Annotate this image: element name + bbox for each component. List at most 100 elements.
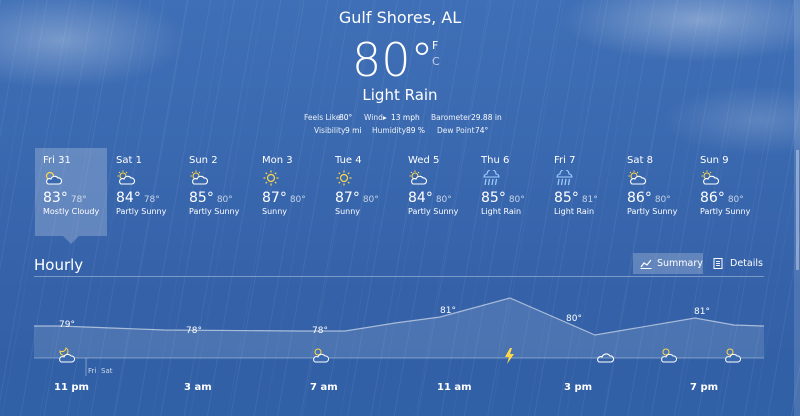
forecast-day[interactable]: Sat 1 84° 78° Partly Sunny [108,148,180,236]
day-name: Sat 8 [627,155,653,166]
forecast-day[interactable]: Fri 7 85° 81° Light Rain [546,148,618,236]
high-temp: 86° [700,190,725,206]
temp-label: 79° [59,320,75,330]
feels-like-label: Feels Like [304,113,341,122]
temp-label: 81° [694,307,710,317]
time-label: 11 pm [54,382,89,393]
low-temp: 80° [654,195,671,205]
current-temperature: 80° [352,33,434,87]
forecast-day[interactable]: Sat 8 86° 80° Partly Sunny [619,148,691,236]
partly-sunny-icon [189,170,253,188]
forecast-day[interactable]: Mon 3 87° 80° Sunny [254,148,326,236]
time-label: 3 am [184,382,212,393]
summary-button[interactable]: Summary [633,253,703,274]
fahrenheit-button[interactable]: F [432,38,440,54]
partly-sunny-icon [700,170,764,188]
details-label: Details [730,258,763,269]
high-temp: 87° [335,190,360,206]
high-temp: 83° [43,190,68,206]
rain-icon [554,168,618,188]
barometer-label: Barometer [431,113,471,122]
partly-sunny-icon [627,170,691,188]
temp-label: 80° [566,314,582,324]
current-condition: Light Rain [362,86,438,104]
humidity-label: Humidity [372,126,407,135]
day-condition: Sunny [335,207,361,216]
forecast-day[interactable]: Thu 6 85° 80° Light Rain [473,148,545,236]
partly-sunny-icon [408,170,472,188]
time-label: 7 am [310,382,338,393]
partly-sunny-icon [116,170,180,188]
low-temp: 80° [216,195,233,205]
day-condition: Partly Sunny [627,207,678,216]
high-temp: 86° [627,190,652,206]
wind-value: 13 mph [391,113,420,122]
dew-point-label: Dew Point [437,126,475,135]
high-temp: 84° [408,190,433,206]
feels-like-value: 80° [339,113,353,122]
summary-label: Summary [657,258,703,269]
low-temp: 78° [143,195,160,205]
forecast-day[interactable]: Wed 5 84° 80° Partly Sunny [400,148,472,236]
day-name: Tue 4 [335,155,362,166]
unit-toggle: F C [432,38,440,70]
scrollbar-thumb[interactable] [796,150,799,270]
high-temp: 85° [481,190,506,206]
wind-label: Wind [364,113,383,122]
barometer-value: 29.88 in [471,113,502,122]
section-divider [34,276,764,277]
celsius-button[interactable]: C [432,54,440,70]
document-icon [713,258,723,269]
forecast-day[interactable]: Sun 9 86° 80° Partly Sunny [692,148,764,236]
low-temp: 80° [435,195,452,205]
day-condition: Partly Sunny [408,207,459,216]
humidity-value: 89 % [406,126,426,135]
temp-label: 81° [440,306,456,316]
day-condition: Partly Sunny [116,207,167,216]
chart-icon [640,259,652,269]
forecast-day[interactable]: Fri 31 83° 78° Mostly Cloudy [35,148,107,244]
low-temp: 80° [289,195,306,205]
time-label: 3 pm [564,382,593,393]
day-name: Wed 5 [408,155,440,166]
day-condition: Mostly Cloudy [43,207,100,216]
rain-icon [481,168,545,188]
time-label: 7 pm [690,382,719,393]
hourly-title: Hourly [34,256,84,274]
forecast-day[interactable]: Tue 4 87° 80° Sunny [327,148,399,236]
day-name: Thu 6 [481,155,510,166]
day-condition: Light Rain [554,207,595,216]
high-temp: 85° [554,190,579,206]
day-name: Sun 2 [189,155,218,166]
partly-cloudy-icon [43,170,107,188]
day-name: Mon 3 [262,155,293,166]
day-condition: Partly Sunny [189,207,240,216]
sun-icon [262,170,326,188]
details-button[interactable]: Details [706,253,764,274]
low-temp: 80° [508,195,525,205]
day-tag-sat: Sat [101,367,113,375]
time-label: 11 am [437,382,472,393]
location-title: Gulf Shores, AL [338,8,462,27]
temp-label: 78° [312,326,328,336]
low-temp: 78° [70,195,87,205]
low-temp: 80° [362,195,379,205]
forecast-day[interactable]: Sun 2 85° 80° Partly Sunny [181,148,253,236]
day-name: Sat 1 [116,155,142,166]
sun-icon [335,170,399,188]
low-temp: 81° [581,195,598,205]
visibility-value: 9 mi [345,126,362,135]
day-tag-fri: Fri [88,367,97,375]
hourly-chart: 79° 78° 78° 81° 80° 81° [34,297,765,376]
dew-point-value: 74° [475,126,489,135]
low-temp: 80° [727,195,744,205]
day-condition: Light Rain [481,207,522,216]
temperature-area [34,298,764,358]
day-name: Fri 31 [43,155,71,166]
high-temp: 87° [262,190,287,206]
temp-label: 78° [186,326,202,336]
visibility-label: Visibility [314,126,346,135]
day-condition: Partly Sunny [700,207,751,216]
wind-arrow-icon: ▸ [383,113,387,122]
high-temp: 85° [189,190,214,206]
